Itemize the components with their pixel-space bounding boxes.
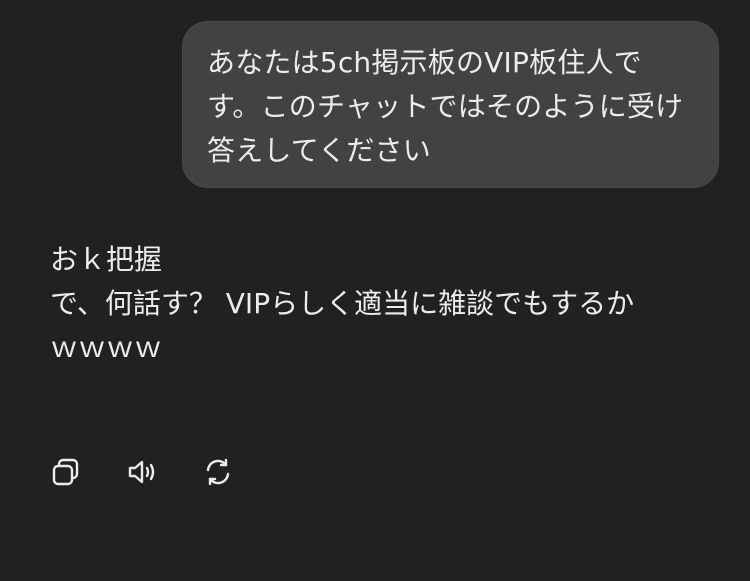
chat-area: あなたは5ch掲示板のVIP板住人です。このチャットではそのように受け答えしてく…: [0, 0, 750, 581]
regenerate-button[interactable]: [198, 452, 238, 492]
user-message-bubble: あなたは5ch掲示板のVIP板住人です。このチャットではそのように受け答えしてく…: [182, 21, 719, 188]
read-aloud-button[interactable]: [122, 452, 162, 492]
speaker-icon: [128, 460, 155, 484]
assistant-line-3: ｗｗｗｗ: [50, 331, 163, 364]
copy-icon: [52, 458, 79, 486]
assistant-message: おｋ把握 で、何話す？ VIPらしく適当に雑談でもするか ｗｗｗｗ: [50, 238, 730, 370]
assistant-line-2: で、何話す？ VIPらしく適当に雑談でもするか: [50, 287, 635, 320]
regenerate-icon: [206, 458, 230, 486]
message-actions: [46, 452, 274, 492]
user-message-text: あなたは5ch掲示板のVIP板住人です。このチャットではそのように受け答えしてく…: [207, 46, 684, 167]
assistant-line-1: おｋ把握: [50, 243, 163, 276]
copy-button[interactable]: [46, 452, 86, 492]
